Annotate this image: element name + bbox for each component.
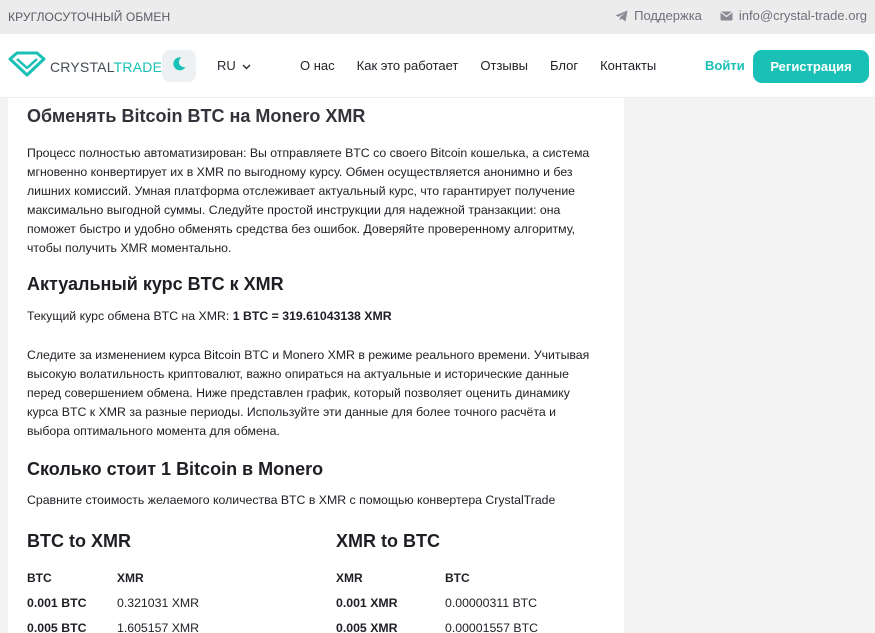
language-selector[interactable]: RU: [217, 58, 251, 73]
intro-paragraph: Процесс полностью автоматизирован: Вы от…: [27, 146, 590, 255]
btc-to-xmr-row1-result: 0.321031 XMR: [117, 596, 200, 610]
nav-menu: О нас Как это работает Отзывы Блог Конта…: [300, 58, 678, 73]
moon-icon: [171, 56, 187, 77]
logo-text-trade: TRADE: [113, 58, 163, 75]
nav-item-about[interactable]: О нас: [300, 58, 335, 73]
btc-to-xmr-row2-amount: 0.005 BTC: [27, 621, 87, 633]
price-heading: Сколько стоит 1 Bitcoin в Monero: [27, 459, 324, 479]
xmr-to-btc-col1: XMR: [336, 571, 363, 585]
btc-to-xmr-title: BTC to XMR: [27, 531, 131, 551]
xmr-to-btc-title: XMR to BTC: [336, 531, 440, 551]
rate-prefix: Текущий курс обмена BTC на XMR:: [27, 309, 233, 323]
xmr-to-btc-row1-result: 0.00000311 BTC: [445, 596, 538, 610]
rate-value: 1 BTC = 319.61043138 XMR: [232, 309, 392, 323]
page-title: Обменять Bitcoin BTC на Monero XMR: [27, 106, 366, 126]
top-bar-contacts: Поддержка info@crystal-trade.org: [615, 8, 867, 23]
support-label: Поддержка: [634, 8, 702, 23]
xmr-to-btc-row2-result: 0.00001557 BTC: [445, 621, 538, 633]
site-logo[interactable]: CRYSTALTRADE: [8, 51, 162, 82]
rate-heading: Актуальный курс BTC к XMR: [27, 274, 284, 294]
top-bar-tagline: КРУГЛОСУТОЧНЫЙ ОБМЕН: [8, 10, 171, 24]
price-paragraph: Сравните стоимость желаемого количества …: [27, 493, 556, 507]
theme-toggle-button[interactable]: [162, 50, 196, 82]
xmr-to-btc-col2: BTC: [445, 571, 470, 585]
btc-to-xmr-row1-amount: 0.001 BTC: [27, 596, 87, 610]
logo-text-crystal: CRYSTAL: [50, 58, 114, 75]
btc-to-xmr-row2-result: 1.605157 XMR: [117, 621, 200, 633]
chevron-down-icon: [242, 58, 251, 73]
content-card: Обменять Bitcoin BTC на Monero XMR Проце…: [8, 98, 624, 633]
nav-item-blog[interactable]: Блог: [550, 58, 578, 73]
xmr-to-btc-row1-amount: 0.001 XMR: [336, 596, 398, 610]
btc-to-xmr-col1: BTC: [27, 571, 52, 585]
email-link[interactable]: info@crystal-trade.org: [720, 8, 867, 23]
telegram-icon: [615, 10, 628, 22]
main-navigation: CRYSTALTRADE RU О нас Как это работает О…: [0, 34, 875, 98]
nav-item-contacts[interactable]: Контакты: [600, 58, 656, 73]
email-label: info@crystal-trade.org: [738, 8, 867, 23]
language-value: RU: [217, 58, 236, 73]
btc-to-xmr-col2: XMR: [117, 571, 144, 585]
support-link[interactable]: Поддержка: [615, 8, 702, 23]
xmr-to-btc-row2-amount: 0.005 XMR: [336, 621, 398, 633]
rate-paragraph: Следите за изменением курса Bitcoin BTC …: [27, 348, 590, 438]
current-rate: Текущий курс обмена BTC на XMR: 1 BTC = …: [27, 309, 392, 323]
login-button[interactable]: Войти: [705, 58, 745, 73]
nav-item-reviews[interactable]: Отзывы: [480, 58, 528, 73]
top-bar: КРУГЛОСУТОЧНЫЙ ОБМЕН Поддержка info@crys…: [0, 0, 875, 34]
register-button[interactable]: Регистрация: [753, 50, 869, 83]
mail-icon: [720, 11, 733, 21]
crystal-logo-icon: [8, 51, 46, 82]
nav-item-how-it-works[interactable]: Как это работает: [357, 58, 459, 73]
